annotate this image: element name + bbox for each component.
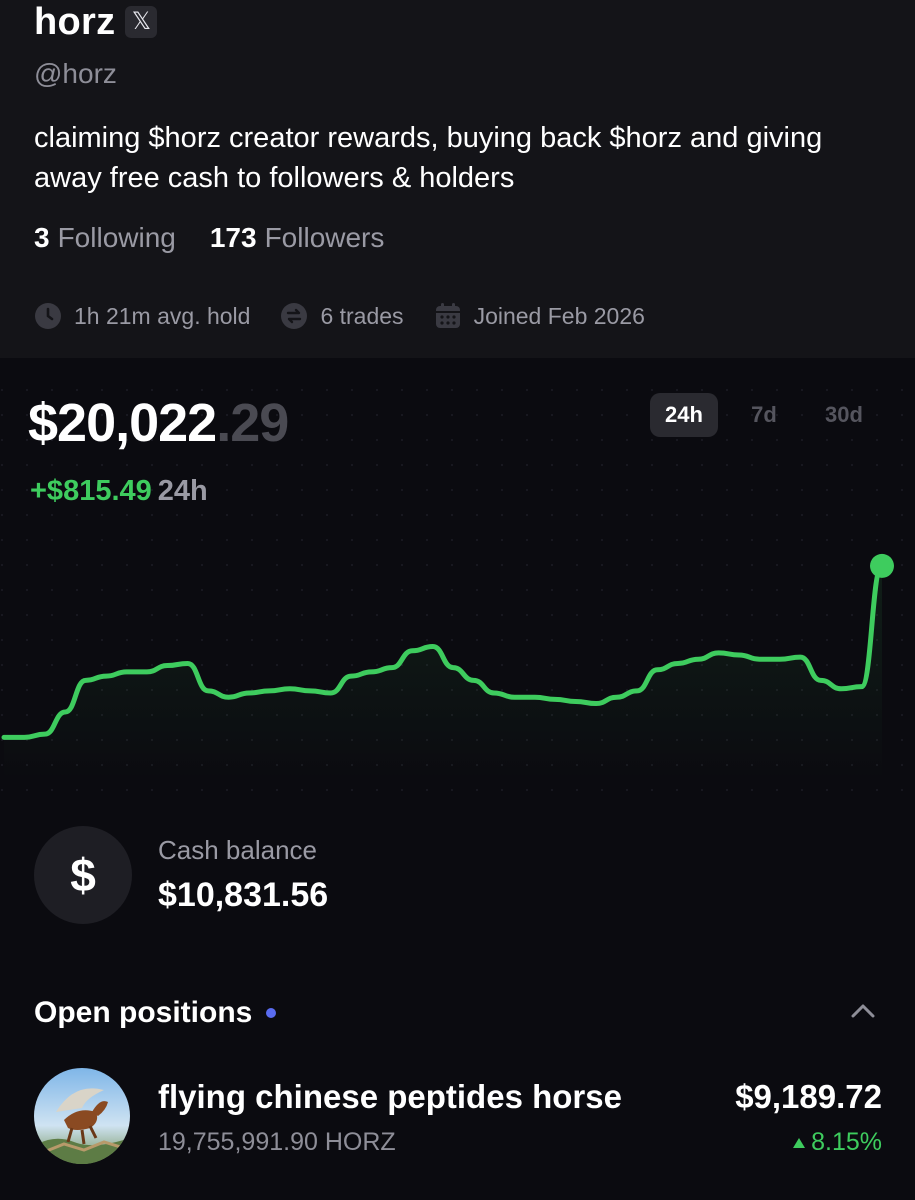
position-row[interactable]: flying chinese peptides horse 19,755,991… xyxy=(34,1068,882,1168)
position-change: 8.15% xyxy=(793,1128,882,1157)
portfolio-line-chart xyxy=(1,553,894,780)
avg-hold-text: 1h 21m avg. hold xyxy=(74,302,251,329)
dollar-icon: $ xyxy=(34,826,132,924)
up-triangle-icon xyxy=(793,1137,806,1148)
change-period: 24h xyxy=(157,475,208,507)
position-value: $9,189.72 xyxy=(735,1078,882,1115)
follow-stats: 3 Following 173 Followers xyxy=(34,222,384,254)
clock-icon xyxy=(35,303,61,329)
position-amount: 19,755,991.90 HORZ xyxy=(158,1128,396,1156)
trades-stat: 6 trades xyxy=(280,302,404,330)
portfolio-change: +$815.49 24h xyxy=(30,475,208,508)
balance-cents: .29 xyxy=(216,393,289,453)
profile-name: horz xyxy=(34,0,116,43)
trades-text: 6 trades xyxy=(320,302,404,329)
period-24h-tab[interactable]: 24h xyxy=(650,393,718,437)
joined-stat: Joined Feb 2026 xyxy=(434,302,645,330)
position-change-value: 8.15% xyxy=(811,1128,882,1156)
period-selector: 24h 7d 30d xyxy=(650,393,890,437)
joined-text: Joined Feb 2026 xyxy=(473,302,645,329)
position-name: flying chinese peptides horse xyxy=(158,1078,622,1115)
swap-icon xyxy=(281,303,308,329)
profile-handle: @horz xyxy=(34,58,117,89)
following-count: 3 xyxy=(34,222,50,253)
cash-balance-card: $ Cash balance $10,831.56 xyxy=(34,826,328,924)
avg-hold-stat: 1h 21m avg. hold xyxy=(34,302,250,330)
x-logo-icon[interactable]: 𝕏 xyxy=(125,6,158,38)
token-avatar xyxy=(34,1068,130,1164)
cash-label: Cash balance xyxy=(158,835,317,865)
followers-count: 173 xyxy=(209,222,257,253)
profile-meta: 1h 21m avg. hold 6 trades Joined Feb 202… xyxy=(34,302,675,330)
portfolio-balance: $20,022.29 xyxy=(28,392,289,454)
period-7d-tab[interactable]: 7d xyxy=(730,393,798,437)
chevron-up-icon[interactable] xyxy=(850,1000,876,1020)
chart-endpoint-dot xyxy=(870,553,894,578)
name-row: horz 𝕏 xyxy=(34,0,158,44)
profile-header: horz 𝕏 @horz claiming $horz creator rewa… xyxy=(0,0,915,358)
following-label: Following xyxy=(57,222,176,253)
open-positions-header[interactable]: Open positions xyxy=(34,996,882,1030)
open-positions-title: Open positions xyxy=(34,996,253,1029)
period-30d-tab[interactable]: 30d xyxy=(810,393,878,437)
calendar-icon xyxy=(435,303,460,328)
followers-link[interactable]: 173 Followers xyxy=(210,222,385,254)
change-value: +$815.49 xyxy=(30,475,152,507)
following-link[interactable]: 3 Following xyxy=(34,222,176,254)
balance-whole: $20,022 xyxy=(28,393,217,453)
followers-label: Followers xyxy=(264,222,385,253)
profile-bio: claiming $horz creator rewards, buying b… xyxy=(34,122,823,194)
cash-value: $10,831.56 xyxy=(158,876,329,914)
live-indicator-dot xyxy=(266,1008,277,1018)
